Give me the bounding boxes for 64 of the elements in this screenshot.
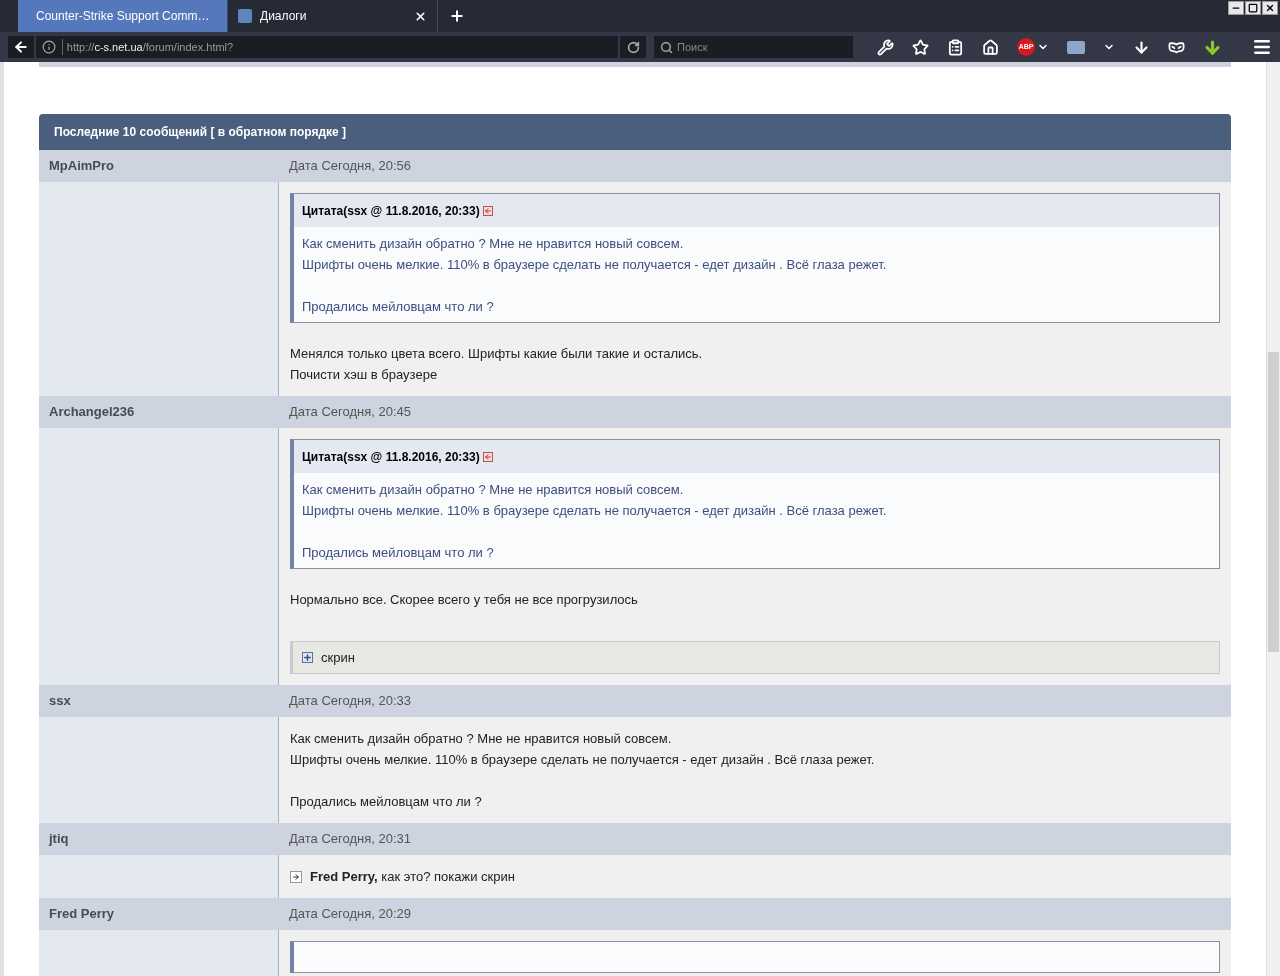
reply-icon[interactable] — [290, 870, 302, 883]
post-text: Как сменить дизайн обратно ? Мне не нравится новый совсем. — [302, 481, 685, 499]
spoiler-label: скрин — [321, 648, 355, 667]
star-icon[interactable] — [912, 38, 929, 56]
wrench-icon[interactable] — [877, 38, 894, 56]
author-name[interactable]: Archangel236 — [39, 402, 279, 422]
post-date: Дата Сегодня, 20:45 — [288, 403, 412, 422]
expand-icon[interactable] — [302, 652, 313, 663]
post-text: Продались мейловцам что ли ? — [302, 544, 495, 562]
home-icon[interactable] — [982, 38, 999, 56]
post-text: Шрифты очень мелкие. 110% в браузере сделать не получается - едет дизайн . Всё глаза режет. — [302, 256, 888, 274]
author-name[interactable]: MpAimPro — [39, 156, 279, 176]
post-text: Шрифты очень мелкие. 110% в браузере сделать не получается - едет дизайн . Всё глаза режет. — [290, 751, 876, 769]
arrow-icon — [483, 452, 492, 461]
quote-title: Цитата(ssx @ 11.8.2016, 20:33) — [302, 448, 480, 466]
post-text: Fred Perry, как это? покажи скрин — [310, 867, 515, 886]
plus-icon — [303, 653, 312, 662]
post-date: Дата Сегодня, 20:31 — [288, 830, 412, 849]
quote-title: Цитата(ssx @ 11.8.2016, 20:33) — [302, 202, 480, 220]
post-text: Шрифты очень мелкие. 110% в браузере сделать не получается - едет дизайн . Всё глаза режет. — [302, 502, 888, 520]
post-date: Дата Сегодня, 20:56 — [288, 157, 412, 176]
info-icon[interactable] — [41, 40, 56, 54]
tab-title: Диалоги — [260, 8, 308, 25]
back-icon — [12, 39, 29, 55]
tab-title: Counter-Strike Support Comm… — [36, 8, 210, 25]
view-post-icon[interactable] — [482, 205, 493, 216]
post-text: Менялся только цвета всего. Шрифты какие были такие и остались. — [290, 345, 704, 363]
search-icon — [660, 40, 673, 54]
browser-tab[interactable]: Counter-Strike Support Comm… — [18, 0, 228, 32]
arrow-icon — [483, 206, 492, 215]
author-name[interactable]: ssx — [39, 691, 279, 711]
post-text: Как сменить дизайн обратно ? Мне не нравится новый совсем. — [290, 730, 673, 748]
post-text: Продались мейловцам что ли ? — [302, 298, 495, 316]
url-text: http://c-s.net.ua/forum/index.html? — [61, 38, 234, 56]
back-button[interactable] — [8, 36, 34, 58]
section-title: Последние 10 сообщений [ в обратном порядке ] — [54, 124, 347, 141]
address-field[interactable]: http://c-s.net.ua/forum/index.html? — [35, 36, 619, 58]
author-name[interactable]: jtiq — [39, 829, 279, 849]
arrow-icon — [292, 872, 300, 881]
view-post-icon[interactable] — [482, 451, 493, 462]
reload-button[interactable] — [620, 36, 646, 58]
new-tab-icon[interactable] — [449, 8, 465, 24]
post-text: Почисти хэш в браузере — [290, 366, 439, 384]
download-icon[interactable] — [1203, 37, 1222, 57]
post-text: Продались мейловцам что ли ? — [290, 793, 483, 811]
download-icon[interactable] — [1133, 38, 1150, 56]
author-name[interactable]: Fred Perry — [39, 904, 279, 924]
post-text: Как сменить дизайн обратно ? Мне не нравится новый совсем. — [302, 235, 685, 253]
restore-button[interactable] — [1245, 1, 1261, 15]
close-icon[interactable] — [414, 9, 427, 23]
close-button[interactable] — [1262, 1, 1278, 15]
reload-icon — [626, 40, 640, 54]
minimize-button[interactable] — [1228, 1, 1244, 15]
search-field[interactable]: Поиск — [677, 38, 847, 56]
search-bar[interactable]: Поиск — [654, 36, 853, 58]
spoiler-box[interactable]: скрин — [290, 641, 1220, 674]
close-icon — [1265, 3, 1275, 13]
clipboard-icon[interactable] — [947, 38, 964, 56]
post-date: Дата Сегодня, 20:33 — [288, 692, 412, 711]
restore-icon — [1248, 3, 1258, 13]
post-date: Дата Сегодня, 20:29 — [288, 905, 412, 924]
menu-icon[interactable] — [1252, 37, 1272, 57]
scrollbar[interactable] — [1266, 62, 1280, 976]
post-text: Нормально все. Скорее всего у тебя не все прогрузилось — [290, 591, 639, 609]
